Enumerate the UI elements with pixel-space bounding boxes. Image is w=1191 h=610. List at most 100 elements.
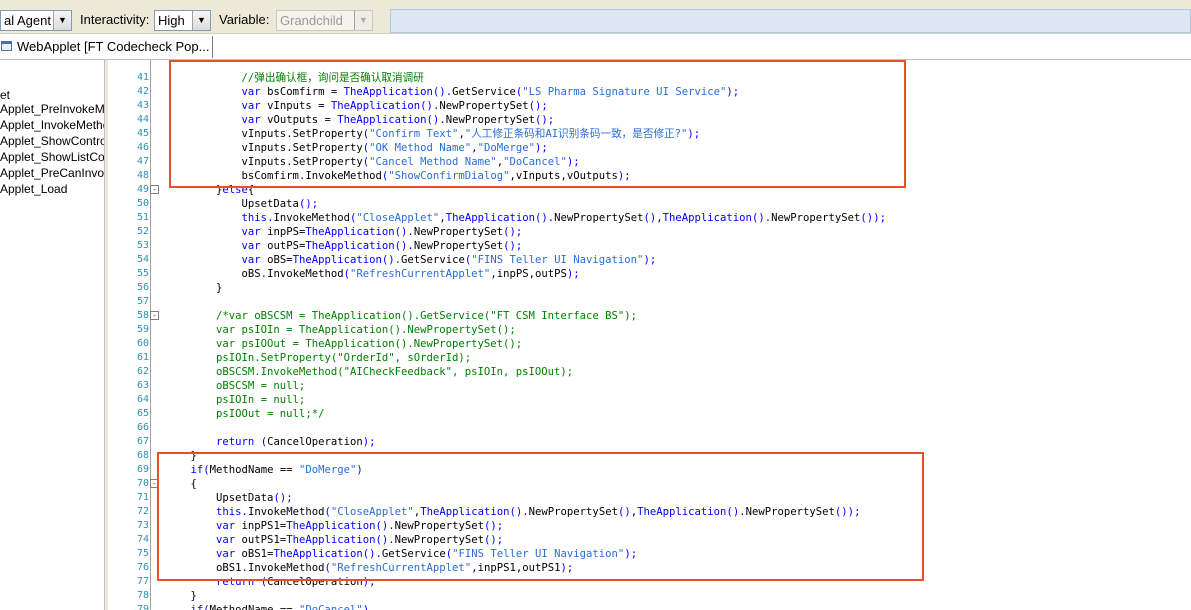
code-line[interactable]: 60 var psIOOut = TheApplication().NewPro… (108, 337, 1191, 351)
line-number: 42 (136, 86, 149, 97)
line-number: 68 (136, 450, 149, 461)
code-line[interactable]: 62 oBSCSM.InvokeMethod("AICheckFeedback"… (108, 365, 1191, 379)
code-line[interactable]: 50 UpsetData(); (108, 197, 1191, 211)
code-line[interactable]: 68 } (108, 449, 1191, 463)
fold-toggle-icon[interactable]: - (150, 479, 159, 488)
line-number: 74 (136, 534, 149, 545)
code-text: return (CancelOperation); (216, 436, 376, 448)
code-line[interactable]: 61 psIOIn.SetProperty("OrderId", sOrderI… (108, 351, 1191, 365)
line-number: 47 (136, 156, 149, 167)
code-text: var outPS=TheApplication().NewPropertySe… (241, 240, 523, 252)
code-line[interactable]: 55 oBS.InvokeMethod("RefreshCurrentApple… (108, 267, 1191, 281)
variable-combo[interactable]: Grandchild ▼ (276, 10, 373, 31)
tree-item[interactable]: Applet_PreCanInvoke (0, 166, 104, 182)
code-line[interactable]: 51 this.InvokeMethod("CloseApplet",TheAp… (108, 211, 1191, 225)
code-line[interactable]: 64 psIOIn = null; (108, 393, 1191, 407)
tree-item[interactable]: Applet_PreInvokeMeth (0, 102, 104, 118)
code-line[interactable]: 56 } (108, 281, 1191, 295)
code-line[interactable]: 77 return (CancelOperation); (108, 575, 1191, 589)
code-line[interactable]: 45 vInputs.SetProperty("Confirm Text","人… (108, 127, 1191, 141)
tree-item[interactable]: Applet_Load (0, 182, 67, 198)
tree-item[interactable]: Applet_ShowControl (0, 134, 104, 150)
code-line[interactable]: 76 oBS1.InvokeMethod("RefreshCurrentAppl… (108, 561, 1191, 575)
code-line[interactable]: 70- { (108, 477, 1191, 491)
code-editor[interactable]: 41 //弹出确认框，询问是否确认取消调研 42 var bsComfirm = … (108, 60, 1191, 610)
code-line[interactable]: 44 var vOutputs = TheApplication().NewPr… (108, 113, 1191, 127)
code-text: var bsComfirm = TheApplication().GetServ… (241, 86, 740, 98)
code-text: this.InvokeMethod("CloseApplet",TheAppli… (216, 506, 861, 518)
code-text: UpsetData(); (165, 492, 293, 504)
code-text: var oBS=TheApplication().GetService("FIN… (241, 254, 657, 266)
code-line[interactable]: 74 var outPS1=TheApplication().NewProper… (108, 533, 1191, 547)
code-text: oBS.InvokeMethod("RefreshCurrentApplet",… (165, 268, 580, 280)
code-line[interactable]: 67 return (CancelOperation); (108, 435, 1191, 449)
code-text: var psIOOut = TheApplication().NewProper… (165, 338, 523, 350)
window-icon (1, 41, 12, 51)
code-text: if(MethodName == "DoMerge") (190, 464, 363, 476)
tab-webapplet[interactable]: WebApplet [FT Codecheck Pop... (0, 36, 213, 58)
tree-item[interactable]: Applet_ShowListColum (0, 150, 104, 166)
code-text: } (165, 590, 197, 602)
code-line[interactable]: 66 (108, 421, 1191, 435)
code-line[interactable]: 52 var inpPS=TheApplication().NewPropert… (108, 225, 1191, 239)
line-number: 75 (136, 548, 149, 559)
line-number: 51 (136, 212, 149, 223)
code-line[interactable]: 43 var vInputs = TheApplication().NewPro… (108, 99, 1191, 113)
variable-value: Grandchild (280, 13, 343, 28)
code-text: psIOOut = null;*/ (165, 408, 325, 420)
code-line[interactable]: 63 oBSCSM = null; (108, 379, 1191, 393)
code-line[interactable]: 42 var bsComfirm = TheApplication().GetS… (108, 85, 1191, 99)
code-line[interactable]: 71 UpsetData(); (108, 491, 1191, 505)
code-line[interactable]: 47 vInputs.SetProperty("Cancel Method Na… (108, 155, 1191, 169)
line-number: 70 (136, 478, 149, 489)
code-line[interactable]: 79 if(MethodName == "DoCancel") (108, 603, 1191, 610)
code-line[interactable]: 72 this.InvokeMethod("CloseApplet",TheAp… (108, 505, 1191, 519)
code-text: psIOIn.SetProperty("OrderId", sOrderId); (165, 352, 472, 364)
line-number: 45 (136, 128, 149, 139)
fold-toggle-icon[interactable]: - (150, 311, 159, 320)
code-line[interactable]: 57 (108, 295, 1191, 309)
chevron-down-icon[interactable]: ▼ (354, 11, 372, 30)
code-line[interactable]: 73 var inpPS1=TheApplication().NewProper… (108, 519, 1191, 533)
line-number: 55 (136, 268, 149, 279)
line-number: 79 (136, 604, 149, 610)
code-line[interactable]: 59 var psIOIn = TheApplication().NewProp… (108, 323, 1191, 337)
code-line[interactable]: 53 var outPS=TheApplication().NewPropert… (108, 239, 1191, 253)
line-number: 44 (136, 114, 149, 125)
line-number: 61 (136, 352, 149, 363)
line-number: 46 (136, 142, 149, 153)
interactivity-combo[interactable]: High ▼ (154, 10, 211, 31)
code-text: var vInputs = TheApplication().NewProper… (241, 100, 548, 112)
agent-combo-value: al Agent (4, 13, 51, 28)
line-number: 49 (136, 184, 149, 195)
line-number: 66 (136, 422, 149, 433)
code-text: } (165, 282, 223, 294)
code-text: this.InvokeMethod("CloseApplet",TheAppli… (241, 212, 886, 224)
code-line[interactable]: 49- }else{ (108, 183, 1191, 197)
code-line[interactable]: 65 psIOOut = null;*/ (108, 407, 1191, 421)
code-text: return (CancelOperation); (216, 576, 376, 588)
code-line[interactable]: 54 var oBS=TheApplication().GetService("… (108, 253, 1191, 267)
code-line[interactable]: 78 } (108, 589, 1191, 603)
top-toolbar: al Agent ▼ Interactivity: High ▼ Variabl… (0, 0, 1191, 34)
code-line[interactable]: 46 vInputs.SetProperty("OK Method Name",… (108, 141, 1191, 155)
code-line[interactable]: 58- /*var oBSCSM = TheApplication().GetS… (108, 309, 1191, 323)
line-number: 64 (136, 394, 149, 405)
agent-combo[interactable]: al Agent ▼ (0, 10, 72, 31)
code-text: oBSCSM.InvokeMethod("AICheckFeedback", p… (165, 366, 574, 378)
tree-item[interactable]: Applet_InvokeMethod (0, 118, 104, 134)
code-line[interactable]: 41 //弹出确认框，询问是否确认取消调研 (108, 71, 1191, 85)
chevron-down-icon[interactable]: ▼ (192, 11, 210, 30)
code-text: var vOutputs = TheApplication().NewPrope… (241, 114, 555, 126)
chevron-down-icon[interactable]: ▼ (53, 11, 71, 30)
code-text: psIOIn = null; (165, 394, 306, 406)
fold-toggle-icon[interactable]: - (150, 185, 159, 194)
line-number: 67 (136, 436, 149, 447)
code-line[interactable]: 48 bsComfirm.InvokeMethod("ShowConfirmDi… (108, 169, 1191, 183)
code-text: }else{ (165, 184, 255, 196)
code-line[interactable]: 69 if(MethodName == "DoMerge") (108, 463, 1191, 477)
line-number: 53 (136, 240, 149, 251)
line-number: 71 (136, 492, 149, 503)
variable-label: Variable: (219, 12, 270, 27)
code-line[interactable]: 75 var oBS1=TheApplication().GetService(… (108, 547, 1191, 561)
